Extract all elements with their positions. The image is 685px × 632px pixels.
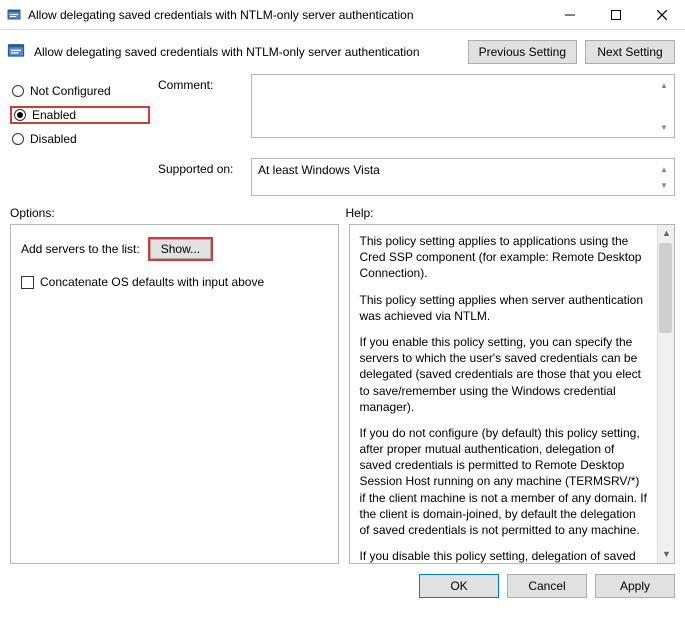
radio-enabled[interactable]: Enabled <box>10 106 150 124</box>
gpedit-icon <box>6 7 22 23</box>
add-servers-row: Add servers to the list: Show... <box>21 237 328 261</box>
titlebar: Allow delegating saved credentials with … <box>0 0 685 30</box>
apply-button[interactable]: Apply <box>595 574 675 598</box>
supported-on-text: At least Windows Vista <box>258 163 380 177</box>
add-servers-label: Add servers to the list: <box>21 242 140 256</box>
radio-icon <box>12 133 24 145</box>
show-button[interactable]: Show... <box>150 239 211 259</box>
scroll-up-icon[interactable]: ▲ <box>656 161 672 177</box>
config-row: Not Configured Enabled Disabled Comment:… <box>0 74 685 154</box>
supported-label: Supported on: <box>158 158 243 176</box>
radio-not-configured[interactable]: Not Configured <box>10 82 150 100</box>
checkbox-icon <box>21 276 34 289</box>
scroll-down-icon[interactable]: ▼ <box>656 177 672 193</box>
radio-disabled[interactable]: Disabled <box>10 130 150 148</box>
help-scrollbar[interactable]: ▲ ▼ <box>657 225 674 563</box>
supported-on-box: At least Windows Vista ▲ ▼ <box>251 158 675 196</box>
radio-label: Disabled <box>30 132 77 146</box>
minimize-button[interactable] <box>547 0 593 30</box>
policy-icon <box>6 41 26 64</box>
concatenate-checkbox-row[interactable]: Concatenate OS defaults with input above <box>21 275 328 289</box>
scroll-down-icon[interactable]: ▼ <box>656 119 672 135</box>
previous-setting-button[interactable]: Previous Setting <box>468 40 577 64</box>
help-paragraph: This policy setting applies to applicati… <box>360 233 649 282</box>
options-label: Options: <box>10 206 340 220</box>
window-controls <box>547 0 685 30</box>
radio-icon <box>12 85 24 97</box>
comment-label: Comment: <box>158 74 243 92</box>
next-setting-button[interactable]: Next Setting <box>585 40 675 64</box>
checkbox-label: Concatenate OS defaults with input above <box>40 275 264 289</box>
cancel-button[interactable]: Cancel <box>507 574 587 598</box>
help-pane: This policy setting applies to applicati… <box>349 224 676 564</box>
help-paragraph: If you enable this policy setting, you c… <box>360 334 649 415</box>
help-paragraph: If you do not configure (by default) thi… <box>360 425 649 538</box>
options-pane: Add servers to the list: Show... Concate… <box>10 224 339 564</box>
header: Allow delegating saved credentials with … <box>0 30 685 74</box>
scroll-up-icon[interactable]: ▲ <box>658 225 675 242</box>
ok-button[interactable]: OK <box>419 574 499 598</box>
window-title: Allow delegating saved credentials with … <box>28 8 547 22</box>
maximize-button[interactable] <box>593 0 639 30</box>
show-button-highlight: Show... <box>148 237 213 261</box>
help-paragraph: If you disable this policy setting, dele… <box>360 548 649 564</box>
radio-label: Enabled <box>32 108 76 122</box>
comment-textarea[interactable]: ▲ ▼ <box>251 74 675 138</box>
help-text: This policy setting applies to applicati… <box>360 233 649 564</box>
help-label: Help: <box>340 206 676 220</box>
section-labels: Options: Help: <box>0 196 685 224</box>
supported-row: Supported on: At least Windows Vista ▲ ▼ <box>0 158 685 196</box>
scroll-down-icon[interactable]: ▼ <box>658 546 675 563</box>
scroll-up-icon[interactable]: ▲ <box>656 77 672 93</box>
help-paragraph: This policy setting applies when server … <box>360 292 649 324</box>
scrollbar-thumb[interactable] <box>659 243 672 333</box>
header-title: Allow delegating saved credentials with … <box>34 45 420 59</box>
close-button[interactable] <box>639 0 685 30</box>
radio-label: Not Configured <box>30 84 111 98</box>
state-radios: Not Configured Enabled Disabled <box>10 74 150 154</box>
radio-icon <box>14 109 26 121</box>
lower-panes: Add servers to the list: Show... Concate… <box>0 224 685 564</box>
dialog-footer: OK Cancel Apply <box>0 564 685 598</box>
